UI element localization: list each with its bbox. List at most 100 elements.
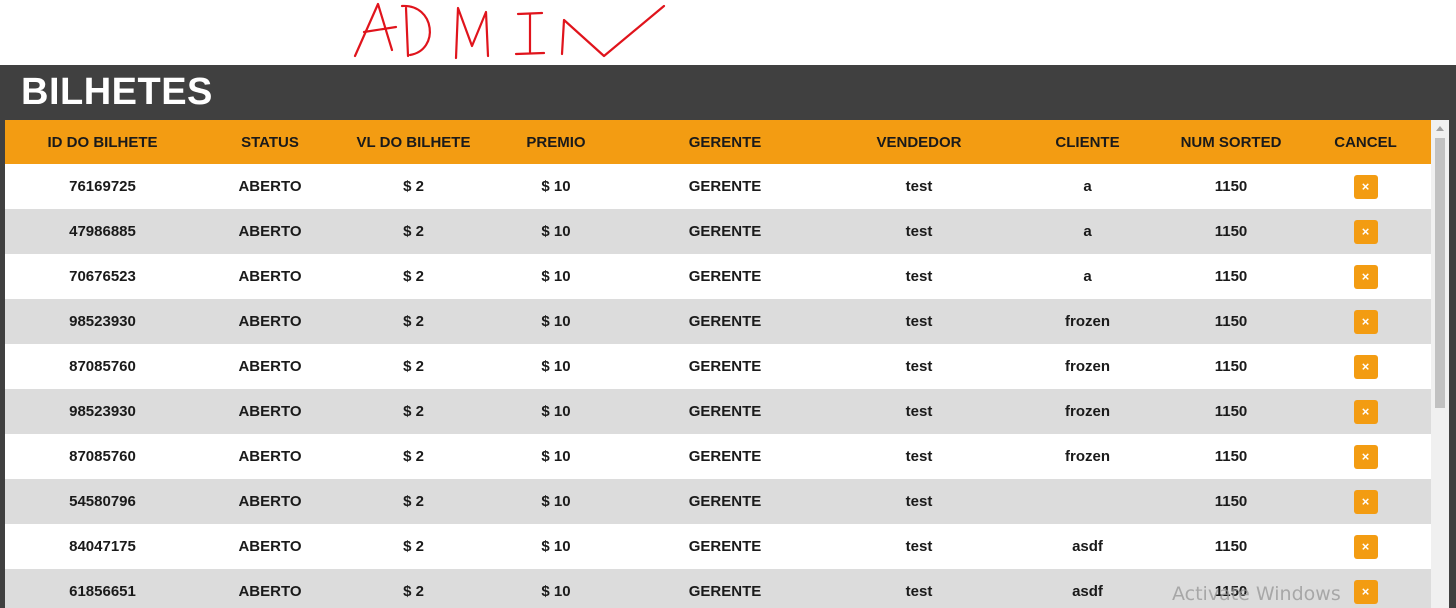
cell-manager: GERENTE — [625, 299, 825, 344]
cell-prize: $ 10 — [487, 524, 625, 569]
cell-status: ABERTO — [200, 389, 340, 434]
page-title: BILHETES — [21, 71, 213, 113]
cell-cancel: × — [1300, 254, 1431, 299]
cell-prize: $ 10 — [487, 389, 625, 434]
cell-ticket-value: $ 2 — [340, 344, 487, 389]
cell-client: frozen — [1013, 434, 1162, 479]
cell-num-sorted: 1150 — [1162, 209, 1300, 254]
column-header-num-sorted[interactable]: NUM SORTED — [1162, 120, 1300, 164]
column-header-seller[interactable]: VENDEDOR — [825, 120, 1013, 164]
cell-cancel: × — [1300, 569, 1431, 608]
cell-ticket-id: 54580796 — [5, 479, 200, 524]
table-row: 98523930 ABERTO $ 2 $ 10 GERENTE test frozen 11… — [5, 299, 1431, 344]
cancel-ticket-button[interactable]: × — [1353, 354, 1378, 379]
cell-client: asdf — [1013, 524, 1162, 569]
cell-ticket-id: 98523930 — [5, 389, 200, 434]
cell-seller: test — [825, 389, 1013, 434]
cell-num-sorted: 1150 — [1162, 344, 1300, 389]
cell-ticket-id: 87085760 — [5, 434, 200, 479]
table-row: 70676523 ABERTO $ 2 $ 10 GERENTE test a 1150 × — [5, 254, 1431, 299]
column-header-manager[interactable]: GERENTE — [625, 120, 825, 164]
cell-status: ABERTO — [200, 524, 340, 569]
cancel-ticket-button[interactable]: × — [1353, 444, 1378, 469]
cell-prize: $ 10 — [487, 209, 625, 254]
column-header-cancel[interactable]: CANCEL — [1300, 120, 1431, 164]
cell-client: frozen — [1013, 344, 1162, 389]
cell-prize: $ 10 — [487, 299, 625, 344]
cancel-ticket-button[interactable]: × — [1353, 489, 1378, 514]
column-header-prize[interactable]: PREMIO — [487, 120, 625, 164]
cancel-ticket-button[interactable]: × — [1353, 399, 1378, 424]
cell-cancel: × — [1300, 164, 1431, 209]
cell-ticket-id: 84047175 — [5, 524, 200, 569]
scrollbar-thumb[interactable] — [1435, 138, 1445, 408]
cell-num-sorted: 1150 — [1162, 389, 1300, 434]
cell-status: ABERTO — [200, 344, 340, 389]
cell-client — [1013, 479, 1162, 524]
cell-ticket-value: $ 2 — [340, 434, 487, 479]
cell-num-sorted: 1150 — [1162, 524, 1300, 569]
cell-manager: GERENTE — [625, 164, 825, 209]
cell-prize: $ 10 — [487, 569, 625, 608]
table-row: 54580796 ABERTO $ 2 $ 10 GERENTE test 1150 × — [5, 479, 1431, 524]
cell-prize: $ 10 — [487, 434, 625, 479]
cell-client: frozen — [1013, 389, 1162, 434]
cell-seller: test — [825, 344, 1013, 389]
cell-client: a — [1013, 209, 1162, 254]
cell-status: ABERTO — [200, 254, 340, 299]
cell-cancel: × — [1300, 479, 1431, 524]
column-header-id[interactable]: ID DO BILHETE — [5, 120, 200, 164]
cell-seller: test — [825, 209, 1013, 254]
cell-num-sorted: 1150 — [1162, 479, 1300, 524]
table-row: 98523930 ABERTO $ 2 $ 10 GERENTE test frozen 11… — [5, 389, 1431, 434]
vertical-scrollbar[interactable] — [1431, 120, 1449, 608]
cell-client: frozen — [1013, 299, 1162, 344]
cell-manager: GERENTE — [625, 254, 825, 299]
table-row: 61856651 ABERTO $ 2 $ 10 GERENTE test asdf 1150… — [5, 569, 1431, 608]
cell-num-sorted: 1150 — [1162, 299, 1300, 344]
cancel-ticket-button[interactable]: × — [1353, 534, 1378, 559]
cell-seller: test — [825, 164, 1013, 209]
cell-cancel: × — [1300, 299, 1431, 344]
cancel-ticket-button[interactable]: × — [1353, 579, 1378, 604]
tickets-table-container: ID DO BILHETE STATUS VL DO BILHETE PREMI… — [5, 120, 1431, 608]
cell-num-sorted: 1150 — [1162, 254, 1300, 299]
cell-seller: test — [825, 479, 1013, 524]
column-header-status[interactable]: STATUS — [200, 120, 340, 164]
cell-cancel: × — [1300, 524, 1431, 569]
cell-seller: test — [825, 524, 1013, 569]
cell-status: ABERTO — [200, 209, 340, 254]
table-row: 47986885 ABERTO $ 2 $ 10 GERENTE test a 1150 × — [5, 209, 1431, 254]
cell-ticket-id: 70676523 — [5, 254, 200, 299]
cell-num-sorted: 1150 — [1162, 434, 1300, 479]
cell-status: ABERTO — [200, 434, 340, 479]
cancel-ticket-button[interactable]: × — [1353, 264, 1378, 289]
cell-ticket-id: 98523930 — [5, 299, 200, 344]
cell-manager: GERENTE — [625, 479, 825, 524]
cell-num-sorted: 1150 — [1162, 569, 1300, 608]
cell-ticket-id: 61856651 — [5, 569, 200, 608]
cell-seller: test — [825, 434, 1013, 479]
table-row: 84047175 ABERTO $ 2 $ 10 GERENTE test asdf 1150… — [5, 524, 1431, 569]
column-header-value[interactable]: VL DO BILHETE — [340, 120, 487, 164]
cell-manager: GERENTE — [625, 344, 825, 389]
cell-ticket-value: $ 2 — [340, 524, 487, 569]
cell-ticket-value: $ 2 — [340, 164, 487, 209]
table-row: 76169725 ABERTO $ 2 $ 10 GERENTE test a 1150 × — [5, 164, 1431, 209]
panel-right-edge — [1449, 120, 1456, 608]
table-body: 76169725 ABERTO $ 2 $ 10 GERENTE test a 1150 × 47… — [5, 164, 1431, 608]
cell-ticket-value: $ 2 — [340, 254, 487, 299]
scroll-up-arrow-icon[interactable] — [1431, 120, 1449, 137]
cell-cancel: × — [1300, 434, 1431, 479]
cell-ticket-value: $ 2 — [340, 209, 487, 254]
cancel-ticket-button[interactable]: × — [1353, 219, 1378, 244]
cell-seller: test — [825, 254, 1013, 299]
cell-prize: $ 10 — [487, 164, 625, 209]
cancel-ticket-button[interactable]: × — [1353, 174, 1378, 199]
cell-cancel: × — [1300, 209, 1431, 254]
cell-seller: test — [825, 569, 1013, 608]
cell-ticket-id: 87085760 — [5, 344, 200, 389]
admin-handwritten-annotation — [353, 2, 666, 60]
column-header-client[interactable]: CLIENTE — [1013, 120, 1162, 164]
cancel-ticket-button[interactable]: × — [1353, 309, 1378, 334]
